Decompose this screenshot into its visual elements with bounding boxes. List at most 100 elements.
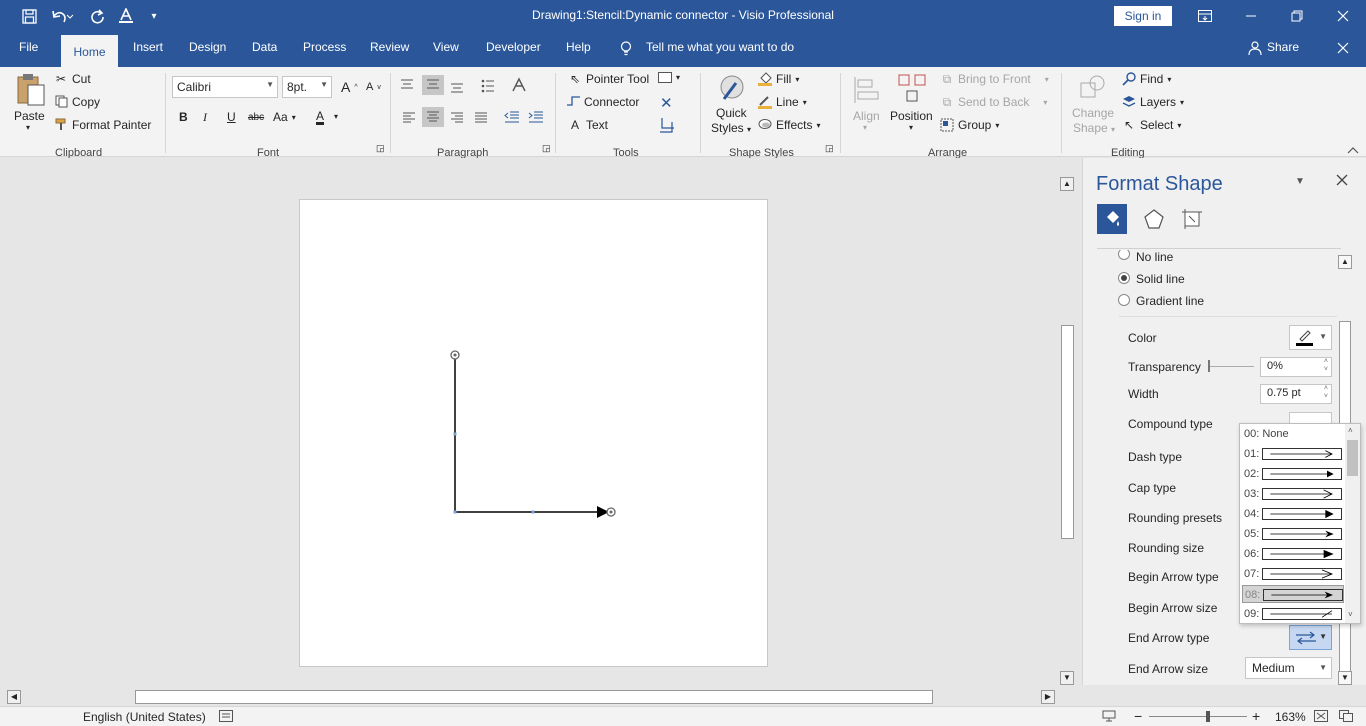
tab-help[interactable]: Help <box>566 40 591 54</box>
shape-styles-dialog-launcher-icon[interactable]: ◲ <box>825 143 834 154</box>
language-status[interactable]: English (United States) <box>83 710 206 724</box>
tab-view[interactable]: View <box>433 40 459 54</box>
align-top-icon[interactable] <box>400 79 414 94</box>
italic-icon[interactable]: I <box>203 110 207 125</box>
quick-styles-button[interactable]: Quick Styles ▾ <box>710 71 754 137</box>
align-bottom-icon[interactable] <box>450 81 464 96</box>
bold-icon[interactable]: B <box>179 110 188 124</box>
grow-font-icon[interactable]: A ^ <box>341 79 358 95</box>
transparency-spinner[interactable]: 0% ˄ ˅ <box>1260 357 1332 377</box>
strikethrough-icon[interactable]: abc <box>248 112 264 123</box>
tab-file[interactable]: File <box>19 40 38 54</box>
fill-line-tab-icon[interactable] <box>1097 204 1127 234</box>
drawing-page[interactable] <box>299 199 768 667</box>
minimize-icon[interactable] <box>1228 0 1274 32</box>
arrow-list-scrollbar[interactable]: ˄ ˅ <box>1345 424 1360 623</box>
justify-icon[interactable] <box>474 112 488 127</box>
tab-process[interactable]: Process <box>303 40 346 54</box>
zoom-in-icon[interactable]: + <box>1252 708 1260 724</box>
collapse-ribbon-icon[interactable] <box>1347 143 1359 157</box>
arrow-list-scroll-thumb[interactable] <box>1347 440 1358 476</box>
text-tool-button[interactable]: A Text <box>568 118 608 132</box>
change-case-icon[interactable]: Aa ▾ <box>273 110 296 124</box>
format-painter-button[interactable]: Format Painter <box>54 118 151 132</box>
align-button[interactable]: Align ▾ <box>849 71 885 135</box>
cut-button[interactable]: ✂ Cut <box>54 72 91 86</box>
pointer-tool-button[interactable]: ⇖ Pointer Tool <box>568 72 649 86</box>
arrow-option-08-selected[interactable]: 08: <box>1242 585 1344 603</box>
pane-close-icon[interactable] <box>1336 174 1348 189</box>
zoom-slider[interactable] <box>1149 716 1247 717</box>
tab-home[interactable]: Home <box>61 35 118 68</box>
font-dialog-launcher-icon[interactable]: ◲ <box>376 143 385 154</box>
size-properties-tab-icon[interactable] <box>1181 208 1203 233</box>
underline-icon[interactable]: U <box>227 110 236 124</box>
pane-scroll-up-icon[interactable]: ▲ <box>1338 255 1352 269</box>
tell-me-search[interactable]: Tell me what you want to do <box>646 40 794 54</box>
shrink-font-icon[interactable]: Av <box>366 81 381 93</box>
arrow-option-06[interactable]: 06: <box>1242 545 1344 563</box>
align-center-button[interactable] <box>422 107 444 127</box>
sign-in-button[interactable]: Sign in <box>1114 6 1172 26</box>
fill-button[interactable]: Fill ▾ <box>758 72 799 86</box>
bullets-icon[interactable] <box>481 79 495 96</box>
group-button[interactable]: Group ▾ <box>940 118 999 132</box>
pane-scroll-down-icon[interactable]: ▼ <box>1338 671 1352 685</box>
arrow-option-07[interactable]: 07: <box>1242 565 1344 583</box>
horizontal-scrollbar[interactable]: ◀ ▶ <box>4 688 1058 706</box>
no-line-radio[interactable] <box>1118 250 1130 260</box>
zoom-out-icon[interactable]: − <box>1134 708 1142 724</box>
arrow-option-00[interactable]: 00: None <box>1242 425 1344 443</box>
font-size-dropdown[interactable]: 8pt. ▼ <box>282 76 332 98</box>
position-button[interactable]: Position ▾ <box>889 71 935 135</box>
align-middle-button[interactable] <box>422 75 444 95</box>
tab-design[interactable]: Design <box>189 40 226 54</box>
increase-indent-icon[interactable] <box>528 111 544 127</box>
rectangle-shape-dropdown[interactable]: ▾ <box>658 72 680 83</box>
arrow-option-03[interactable]: 03: <box>1242 485 1344 503</box>
find-button[interactable]: Find ▾ <box>1122 72 1171 86</box>
arrow-option-01[interactable]: 01: <box>1242 445 1344 463</box>
tab-review[interactable]: Review <box>370 40 409 54</box>
send-to-back-button[interactable]: ⧉ Send to Back ▾ <box>940 95 1048 109</box>
vertical-scrollbar[interactable]: ▲ ▼ <box>1058 175 1078 687</box>
line-button[interactable]: Line ▾ <box>758 95 807 109</box>
layers-button[interactable]: Layers ▾ <box>1122 95 1184 109</box>
effects-tab-icon[interactable] <box>1143 208 1165 233</box>
presentation-mode-icon[interactable] <box>1102 710 1116 725</box>
arrow-option-09[interactable]: 09: <box>1242 605 1344 623</box>
tab-data[interactable]: Data <box>252 40 277 54</box>
tab-developer[interactable]: Developer <box>486 40 541 54</box>
select-button[interactable]: ↖ Select ▾ <box>1122 118 1181 132</box>
line-color-picker[interactable]: ▼ <box>1289 325 1332 350</box>
pane-options-icon[interactable]: ▼ <box>1295 176 1305 187</box>
arrow-option-05[interactable]: 05: <box>1242 525 1344 543</box>
restore-icon[interactable] <box>1274 0 1320 32</box>
close-icon[interactable] <box>1320 0 1366 32</box>
arrow-option-04[interactable]: 04: <box>1242 505 1344 523</box>
connection-point-icon[interactable] <box>659 117 675 136</box>
dynamic-connector-shape[interactable] <box>300 200 769 668</box>
switch-windows-icon[interactable] <box>1339 710 1353 725</box>
share-person-icon[interactable] <box>1248 41 1262 58</box>
connector-button[interactable]: Connector <box>566 95 639 109</box>
bring-to-front-button[interactable]: ⧉ Bring to Front ▾ <box>940 72 1049 86</box>
scroll-left-icon[interactable]: ◀ <box>7 690 21 704</box>
close-ribbon-icon[interactable] <box>1337 42 1349 57</box>
arrow-type-list[interactable]: 00: None 01: 02: 03: 04: 05: 06: 07: 08:… <box>1239 423 1361 624</box>
close-x-icon[interactable]: ✕ <box>660 94 673 112</box>
copy-button[interactable]: Copy <box>54 95 100 109</box>
font-color-button[interactable]: A ▾ <box>316 109 338 123</box>
change-shape-button[interactable]: Change Shape ▾ <box>1069 71 1117 137</box>
scroll-up-icon[interactable]: ▲ <box>1060 177 1074 191</box>
hscroll-thumb[interactable] <box>135 690 933 704</box>
gradient-line-radio[interactable] <box>1118 294 1130 306</box>
align-right-icon[interactable] <box>450 112 464 127</box>
scroll-down-icon[interactable]: ▼ <box>1060 671 1074 685</box>
share-button[interactable]: Share <box>1267 40 1299 54</box>
fit-to-window-icon[interactable] <box>1314 710 1328 725</box>
paste-button[interactable]: Paste ▾ <box>14 71 48 133</box>
decrease-indent-icon[interactable] <box>504 111 520 127</box>
scroll-right-icon[interactable]: ▶ <box>1041 690 1055 704</box>
paragraph-dialog-launcher-icon[interactable]: ◲ <box>542 143 551 154</box>
